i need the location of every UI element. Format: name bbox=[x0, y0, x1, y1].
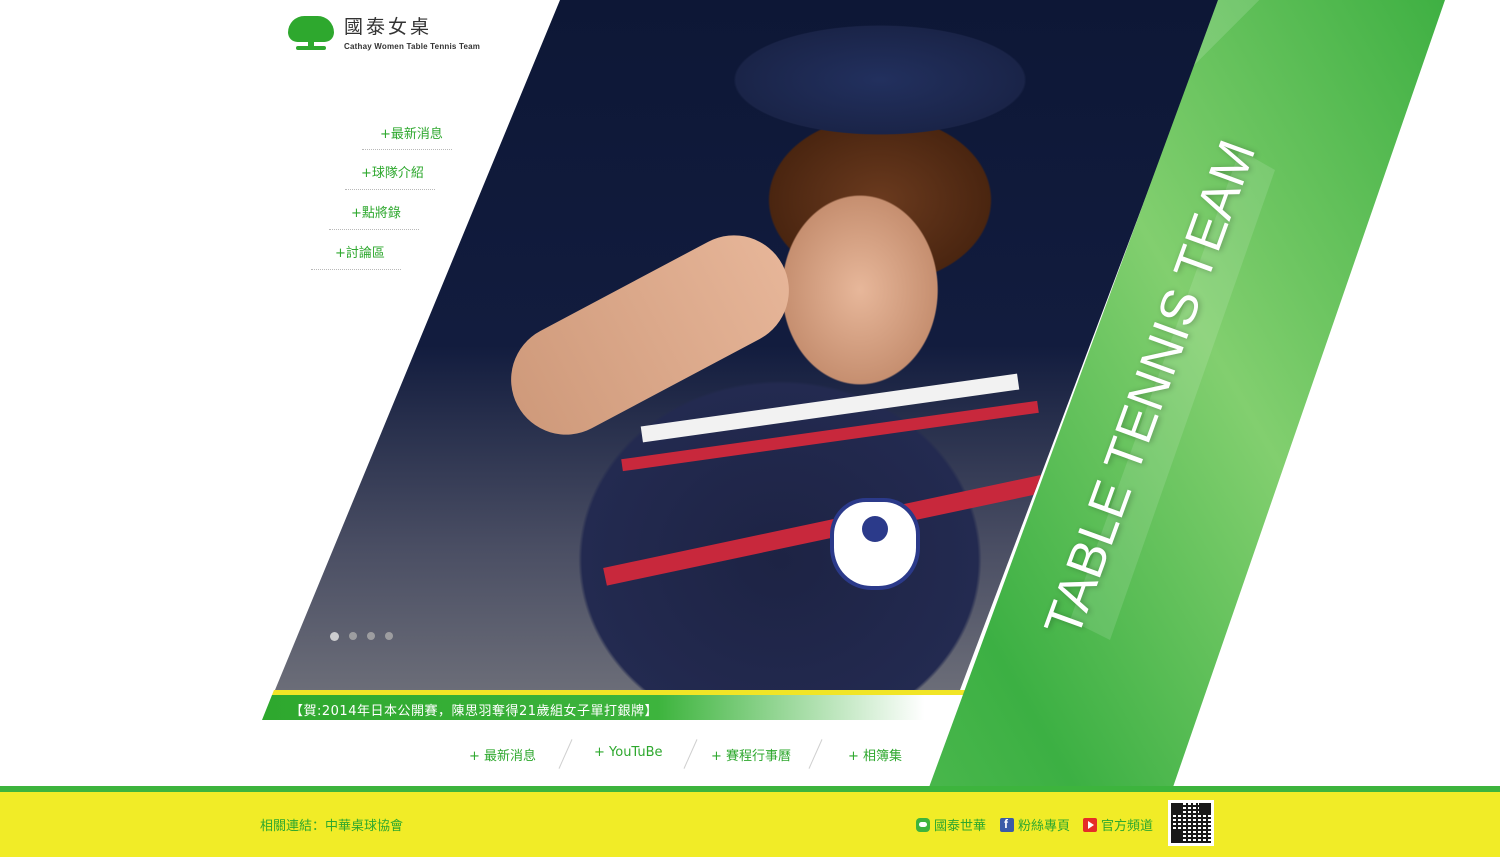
social-facebook-link[interactable]: 粉絲專頁 bbox=[1000, 815, 1070, 834]
line-icon bbox=[916, 817, 930, 832]
related-links[interactable]: 相關連結：中華桌球協會 bbox=[260, 815, 403, 834]
side-nav-forum[interactable]: +討論區 bbox=[335, 242, 385, 261]
side-nav-roster[interactable]: +點將錄 bbox=[351, 202, 401, 221]
bottom-nav-albums[interactable]: + 相簿集 bbox=[848, 745, 902, 764]
social-label: 粉絲專頁 bbox=[1018, 819, 1071, 834]
nav-divider bbox=[362, 149, 452, 150]
social-youtube-link[interactable]: 官方頻道 bbox=[1083, 815, 1153, 834]
nav-separator bbox=[808, 739, 823, 769]
nav-divider bbox=[345, 189, 435, 190]
facebook-icon bbox=[1000, 817, 1014, 832]
cathay-tree-icon bbox=[288, 16, 334, 52]
side-nav-news[interactable]: +最新消息 bbox=[380, 123, 443, 142]
side-nav-team-intro[interactable]: +球隊介紹 bbox=[361, 162, 424, 181]
nav-separator bbox=[558, 739, 573, 769]
logo-text: 國泰女桌 Cathay Women Table Tennis Team bbox=[344, 16, 480, 51]
slide-dot-1[interactable] bbox=[330, 632, 339, 641]
social-line-link[interactable]: 國泰世華 bbox=[916, 815, 986, 834]
bottom-nav-news[interactable]: + 最新消息 bbox=[469, 745, 536, 764]
nav-separator bbox=[683, 739, 698, 769]
footer bbox=[0, 792, 1500, 857]
bottom-nav-youtube[interactable]: + YouTuBe bbox=[594, 745, 663, 760]
nav-divider bbox=[311, 269, 401, 270]
social-label: 國泰世華 bbox=[934, 819, 987, 834]
news-ticker-text[interactable]: 【賀:2014年日本公開賽，陳思羽奪得21歲組女子單打銀牌】 bbox=[290, 700, 658, 719]
slide-dot-4[interactable] bbox=[385, 632, 393, 640]
nav-divider bbox=[329, 229, 419, 230]
qr-code-icon[interactable] bbox=[1168, 800, 1214, 846]
site-logo[interactable]: 國泰女桌 Cathay Women Table Tennis Team bbox=[288, 16, 480, 52]
logo-subtitle: Cathay Women Table Tennis Team bbox=[344, 42, 481, 51]
social-label: 官方頻道 bbox=[1101, 819, 1154, 834]
logo-title: 國泰女桌 bbox=[344, 16, 433, 38]
youtube-icon bbox=[1083, 817, 1097, 832]
team-emblem bbox=[830, 498, 920, 590]
bottom-nav-schedule[interactable]: + 賽程行事曆 bbox=[711, 745, 791, 764]
slide-dot-2[interactable] bbox=[349, 632, 357, 640]
slide-dot-3[interactable] bbox=[367, 632, 375, 640]
slide-indicators bbox=[330, 632, 393, 641]
